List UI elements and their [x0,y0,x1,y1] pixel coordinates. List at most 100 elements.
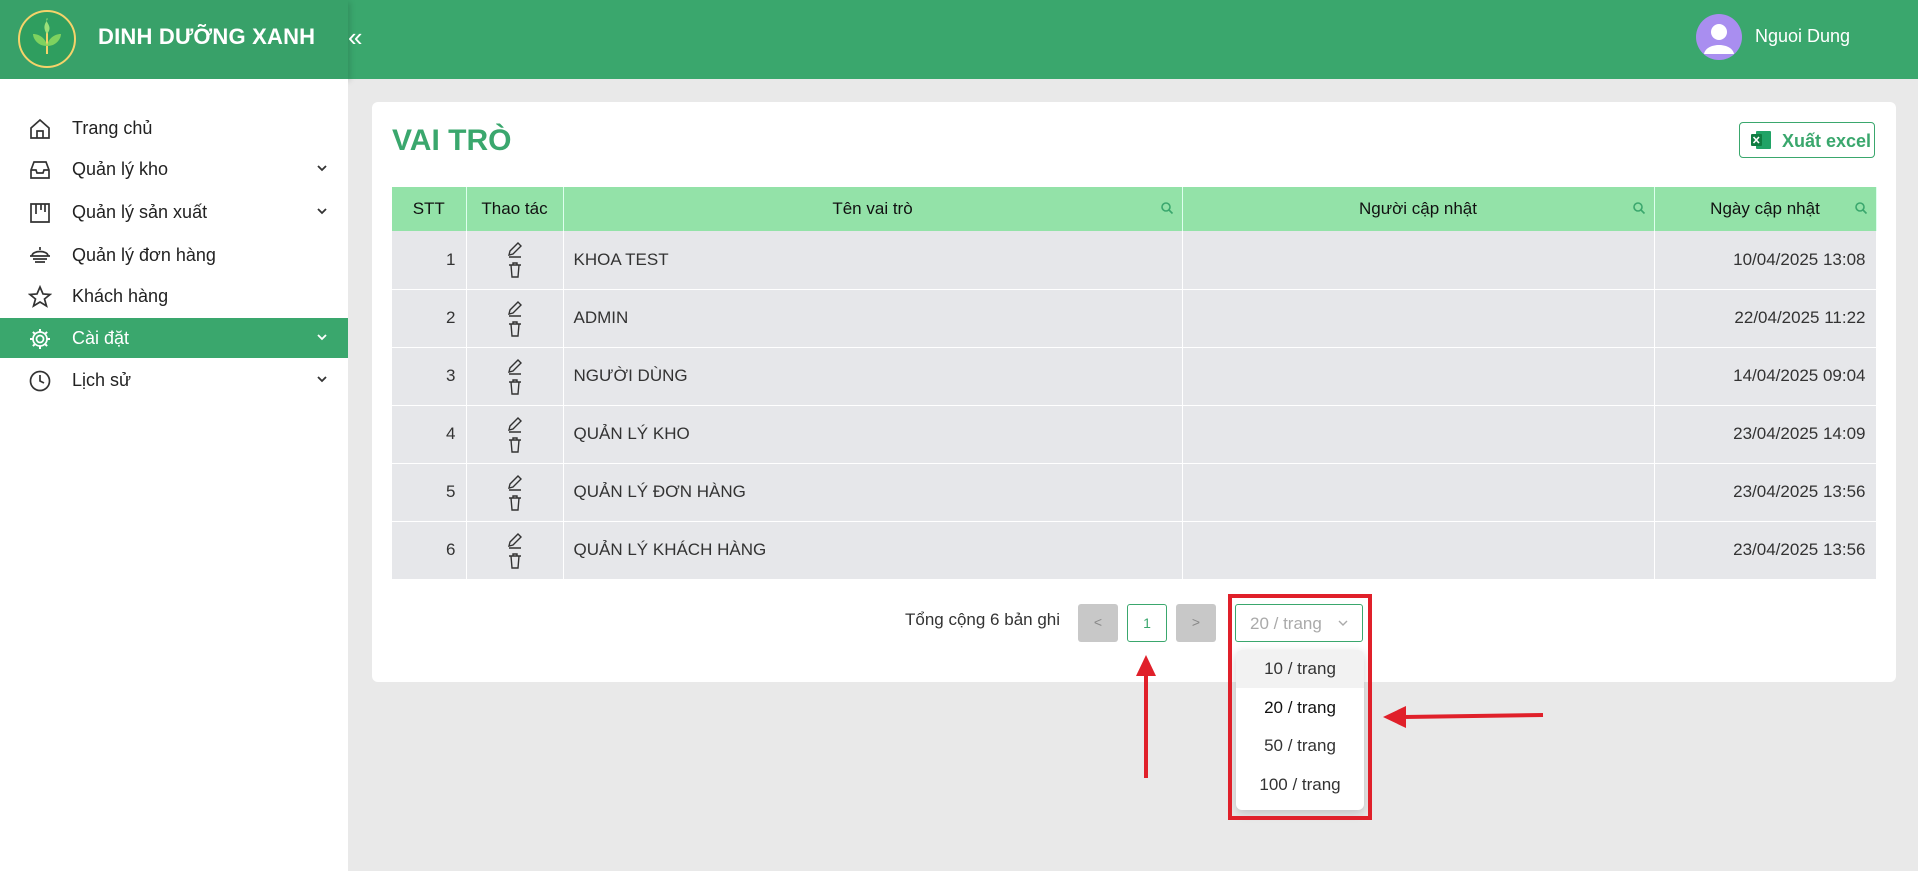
trash-icon[interactable] [506,552,524,570]
top-header: DINH DƯỠNG XANH « Nguoi Dung [0,0,1918,79]
header-updater: Người cập nhật [1182,187,1655,231]
cell-updated-date: 14/04/2025 09:04 [1654,347,1877,406]
table-row[interactable]: 4 QUẢN LÝ KHO 23/04/2025 14:09 [392,405,1877,464]
cell-actions [466,405,564,464]
cell-updater [1182,289,1655,348]
chevron-down-icon [317,334,327,341]
clock-icon [29,370,51,392]
roles-table: STT Thao tác Tên vai trò Người cập nhật … [392,187,1877,580]
table-row[interactable]: 1 KHOA TEST 10/04/2025 13:08 [392,231,1877,290]
cell-updated-date: 10/04/2025 13:08 [1654,231,1877,290]
cell-updater [1182,405,1655,464]
page-1-button[interactable]: 1 [1127,604,1167,642]
sidebar-item-home[interactable]: Trang chủ [0,108,348,148]
table-row[interactable]: 6 QUẢN LÝ KHÁCH HÀNG 23/04/2025 13:56 [392,521,1877,580]
gear-icon [30,329,50,349]
edit-icon[interactable] [506,474,524,492]
brand-name: DINH DƯỠNG XANH [98,24,316,49]
user-avatar[interactable] [1696,14,1742,60]
cell-role-name: QUẢN LÝ KHO [563,405,1183,464]
sidebar-item-label: Quản lý đơn hàng [72,245,216,265]
cell-actions [466,347,564,406]
header-role-name: Tên vai trò [563,187,1183,231]
home-icon [30,118,50,139]
user-name[interactable]: Nguoi Dung [1755,26,1850,47]
chevron-down-icon [317,376,327,383]
cell-role-name: ADMIN [563,289,1183,348]
cell-stt: 6 [392,521,467,580]
search-icon[interactable] [1854,201,1868,215]
cell-actions [466,521,564,580]
collapse-sidebar-icon[interactable]: « [348,22,368,52]
sidebar-item-label: Cài đặt [72,328,130,348]
edit-icon[interactable] [506,416,524,434]
cell-role-name: KHOA TEST [563,231,1183,290]
table-row[interactable]: 5 QUẢN LÝ ĐƠN HÀNG 23/04/2025 13:56 [392,463,1877,522]
edit-icon[interactable] [506,532,524,550]
table-row[interactable]: 3 NGƯỜI DÙNG 14/04/2025 09:04 [392,347,1877,406]
trash-icon[interactable] [506,378,524,396]
sidebar-item-customers[interactable]: Khách hàng [0,276,348,316]
search-icon[interactable] [1160,201,1174,215]
brand-area: DINH DƯỠNG XANH [0,0,348,79]
inbox-icon [30,161,50,179]
total-records: Tổng cộng 6 bản ghi [905,610,1061,629]
sidebar-item-label: Lịch sử [72,370,132,390]
order-icon [30,247,50,263]
search-icon[interactable] [1632,201,1646,215]
header-stt: STT [392,187,467,231]
cell-role-name: QUẢN LÝ ĐƠN HÀNG [563,463,1183,522]
header-actions: Thao tác [466,187,564,231]
edit-icon[interactable] [506,241,524,259]
leaf-logo-icon [18,10,76,68]
cell-stt: 4 [392,405,467,464]
cell-actions [466,289,564,348]
edit-icon[interactable] [506,300,524,318]
sidebar-item-label: Trang chủ [72,118,153,138]
header-role-name-label: Tên vai trò [832,199,913,218]
sidebar-item-settings[interactable]: Cài đặt [0,318,348,358]
header-updater-label: Người cập nhật [1359,199,1477,218]
cell-stt: 5 [392,463,467,522]
trash-icon[interactable] [506,320,524,338]
sidebar-item-label: Quản lý kho [72,159,169,179]
cell-updater [1182,231,1655,290]
cell-updated-date: 23/04/2025 13:56 [1654,463,1877,522]
sidebar-item-label: Quản lý sản xuất [72,202,208,222]
cell-stt: 1 [392,231,467,290]
sidebar-item-warehouse[interactable]: Quản lý kho [0,149,348,189]
annotation-highlight-box [1228,594,1372,820]
cell-actions [466,463,564,522]
excel-icon [1751,131,1771,149]
cell-updated-date: 23/04/2025 14:09 [1654,405,1877,464]
sidebar-item-history[interactable]: Lịch sử [0,360,348,400]
cell-stt: 2 [392,289,467,348]
sidebar-item-label: Khách hàng [72,286,169,306]
export-excel-label: Xuất excel [1782,131,1872,151]
export-excel-button[interactable]: Xuất excel [1739,122,1875,158]
chevron-down-icon [317,165,327,172]
cell-stt: 3 [392,347,467,406]
sidebar-item-production[interactable]: Quản lý sản xuất [0,192,348,232]
cell-role-name: QUẢN LÝ KHÁCH HÀNG [563,521,1183,580]
cell-updater [1182,347,1655,406]
sidebar-item-orders[interactable]: Quản lý đơn hàng [0,235,348,275]
header-updated-date: Ngày cập nhật [1654,187,1877,231]
cell-role-name: NGƯỜI DÙNG [563,347,1183,406]
edit-icon[interactable] [506,358,524,376]
trash-icon[interactable] [506,261,524,279]
table-header-row: STT Thao tác Tên vai trò Người cập nhật … [392,187,1877,231]
trash-icon[interactable] [506,436,524,454]
prev-page-button[interactable]: < [1078,604,1118,642]
roles-card: VAI TRÒ Xuất excel STT Thao tác Tên vai … [372,102,1896,682]
cell-updated-date: 23/04/2025 13:56 [1654,521,1877,580]
next-page-button[interactable]: > [1176,604,1216,642]
sidebar: Trang chủ Quản lý kho Quản lý sản xuất Q… [0,79,348,871]
factory-icon [30,203,50,223]
trash-icon[interactable] [506,494,524,512]
header-updated-date-label: Ngày cập nhật [1710,199,1820,218]
table-row[interactable]: 2 ADMIN 22/04/2025 11:22 [392,289,1877,348]
cell-actions [466,231,564,290]
cell-updater [1182,463,1655,522]
arrow-left-icon [1383,706,1406,728]
